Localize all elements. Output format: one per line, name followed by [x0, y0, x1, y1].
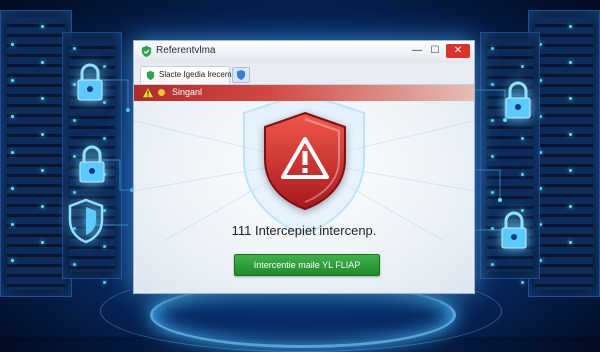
shield-check-icon — [146, 70, 155, 81]
alert-bar: Singanl — [134, 85, 474, 101]
window-title: Referentvlma — [156, 45, 216, 56]
tab-label: Slacte Igedia lrecemal — [159, 70, 238, 79]
intercept-action-button[interactable]: Intercentie maile YL FLIAP — [234, 254, 380, 276]
intercept-message: 111 Intercepiet intercenp. — [231, 223, 377, 238]
shield-tab-button[interactable] — [232, 67, 250, 83]
lock-icon — [79, 145, 105, 183]
shield-icon — [68, 198, 104, 244]
lock-icon — [501, 211, 527, 249]
close-button[interactable]: ✕ — [446, 44, 470, 58]
alert-status-dot — [158, 89, 165, 96]
lock-icon — [505, 81, 531, 119]
warning-shield-icon — [264, 111, 346, 211]
security-alert-window: Referentvlma — ☐ ✕ Slacte Igedia lrecema… — [133, 40, 475, 294]
alert-text: Singanl — [172, 87, 203, 97]
minimize-button[interactable]: — — [408, 44, 426, 58]
tab-active[interactable]: Slacte Igedia lrecemal — [140, 66, 238, 84]
warning-icon — [142, 87, 154, 98]
title-bar[interactable]: Referentvlma — ☐ ✕ — [134, 41, 474, 64]
shield-check-icon — [141, 45, 152, 58]
shield-icon — [237, 70, 245, 80]
dialog-content: 111 Intercepiet intercenp. Intercentie m… — [134, 101, 474, 293]
lock-icon — [77, 63, 103, 101]
tab-bar: Slacte Igedia lrecemal — [134, 63, 474, 85]
maximize-button[interactable]: ☐ — [426, 44, 444, 58]
